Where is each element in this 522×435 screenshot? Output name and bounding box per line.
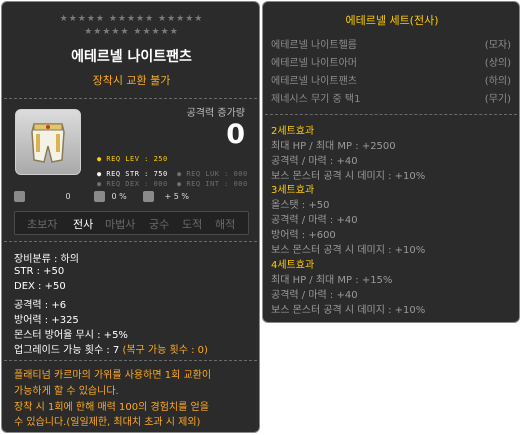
item-tooltip: ★★★★★ ★★★★★ ★★★★★ ★★★★★ ★★★★★ 에테르넬 나이트팬츠… (1, 1, 260, 433)
set-bonus-line: 공격력 / 마력 : +40 (271, 290, 358, 301)
attack-increase-value: 0 (226, 119, 245, 150)
star-force-row-2: ★★★★★ ★★★★★ (84, 27, 179, 37)
mini-stat-left: 0 (14, 191, 71, 205)
divider (4, 360, 257, 361)
set-bonus-line: 최대 HP / 최대 MP : +2500 (271, 141, 396, 152)
job-archer: 궁수 (149, 218, 170, 231)
set-bonus-line: 보스 몬스터 공격 시 데미지 : +10% (271, 305, 426, 316)
job-thief: 도적 (182, 218, 203, 231)
stat-str: STR : +50 (14, 266, 65, 277)
set-bonus-line: 최대 HP / 최대 MP : +15% (271, 275, 393, 286)
job-pirate: 해적 (215, 218, 236, 231)
set-tooltip: 에테르넬 세트(전사) 에테르넬 나이트헬름 (모자) 에테르넬 나이트아머 (상의… (262, 1, 520, 323)
req-level: ● REQ LEV : 250 (97, 155, 168, 163)
set-item-helm: 에테르넬 나이트헬름 (모자) (271, 40, 511, 51)
req-luk: ● REQ LUK : 000 (177, 170, 248, 178)
stat-upgrade-slots: 업그레이드 가능 횟수 : 7 (복구 가능 횟수 : 0) (14, 345, 208, 356)
stat-dex: DEX : +50 (14, 281, 66, 292)
mini-stat-right: + 5 % (143, 191, 189, 205)
set-item-pants: 에테르넬 나이트팬츠 (하의) (271, 76, 511, 87)
attack-increase-label: 공격력 증가량 (186, 108, 245, 119)
set-item-armor: 에테르넬 나이트아머 (상의) (271, 58, 511, 69)
description-line: 장착 시 1회에 한해 매력 100의 경험치를 얻을 (14, 402, 209, 413)
divider (4, 98, 257, 99)
set-bonus-4-title: 4세트효과 (271, 260, 315, 271)
set-bonus-3-title: 3세트효과 (271, 185, 315, 196)
description-line: 수 있습니다.(일일제한, 최대치 초과 시 제외) (14, 417, 201, 428)
scissors-icon (14, 191, 25, 202)
req-str: ● REQ STR : 750 (97, 170, 168, 178)
set-title: 에테르넬 세트(전사) (345, 14, 439, 27)
stat-ignore-defense: 몬스터 방어율 무시 : +5% (14, 330, 128, 341)
trade-restriction: 장착시 교환 불가 (92, 74, 171, 87)
divider (265, 114, 517, 115)
divider (4, 241, 257, 242)
item-name: 에테르넬 나이트팬츠 (71, 49, 192, 65)
set-bonus-line: 보스 몬스터 공격 시 데미지 : +10% (271, 171, 426, 182)
set-bonus-line: 방어력 : +600 (271, 230, 336, 241)
set-item-weapon: 제네시스 무기 중 택1 (무기) (271, 94, 511, 105)
set-bonus-line: 보스 몬스터 공격 시 데미지 : +10% (271, 245, 426, 256)
set-bonus-line: 공격력 / 마력 : +40 (271, 215, 358, 226)
description-line: 플래티넘 카르마의 가위를 사용하면 1회 교환이 (14, 370, 212, 381)
set-bonus-line: 올스탯 : +50 (271, 200, 330, 211)
star-force-row-1: ★★★★★ ★★★★★ ★★★★★ (59, 14, 204, 24)
set-bonus-2-title: 2세트효과 (271, 126, 315, 137)
job-magician: 마법사 (105, 218, 136, 231)
req-int: ● REQ INT : 000 (177, 180, 248, 188)
job-beginner: 초보자 (27, 218, 58, 231)
hammer-icon (94, 191, 105, 202)
req-dex: ● REQ DEX : 000 (97, 180, 168, 188)
job-requirement-bar: 초보자 전사 마법사 궁수 도적 해적 (14, 211, 249, 235)
stat-defense: 방어력 : +325 (14, 315, 79, 326)
stat-category: 장비분류 : 하의 (14, 254, 79, 265)
pants-armor-icon (15, 109, 81, 175)
description-line: 가능하게 할 수 있습니다. (14, 386, 119, 397)
set-bonus-line: 공격력 / 마력 : +40 (271, 156, 358, 167)
mini-stat-mid: 0 % (94, 191, 127, 205)
shield-icon (143, 191, 154, 202)
job-warrior: 전사 (73, 218, 94, 231)
stat-attack: 공격력 : +6 (14, 300, 67, 311)
